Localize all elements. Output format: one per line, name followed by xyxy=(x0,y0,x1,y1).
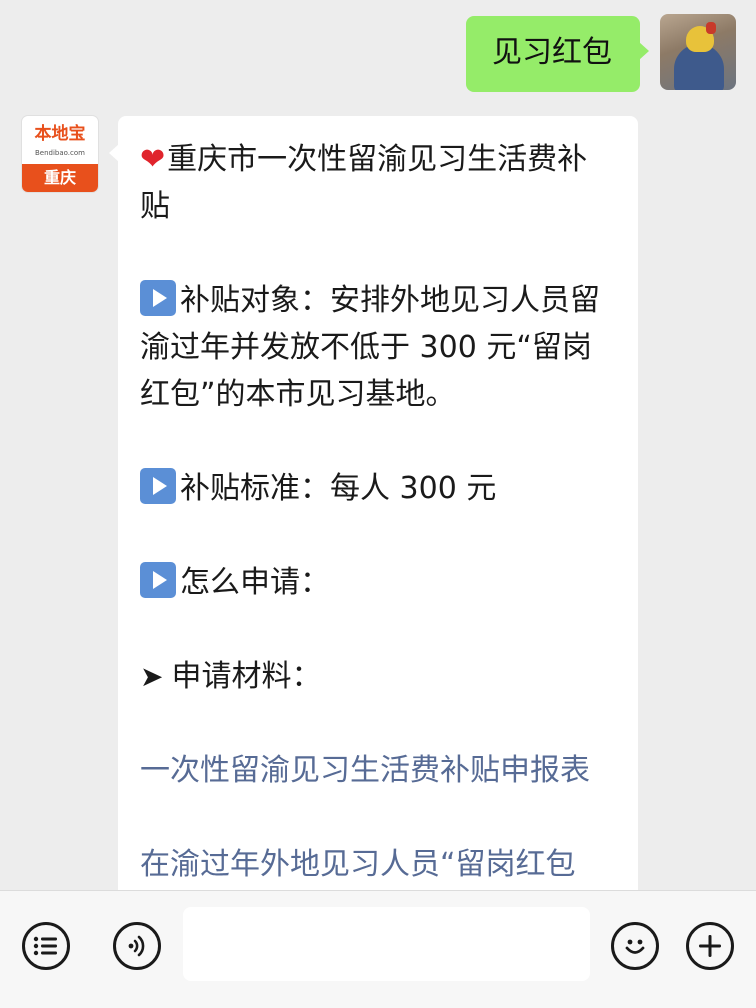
subsidy-target-label: 补贴对象： xyxy=(180,283,330,318)
application-form-link[interactable]: 一次性留渝见习生活费补贴申报表 xyxy=(140,747,616,794)
message-title: ❤重庆市一次性留渝见习生活费补贴 xyxy=(140,136,616,230)
contact-logo-text: 本地宝 xyxy=(34,124,86,144)
subsidy-standard-label: 补贴标准： xyxy=(180,471,330,506)
voice-button[interactable] xyxy=(113,922,161,970)
materials-paragraph: ➤ 申请材料： xyxy=(140,653,616,700)
self-avatar[interactable] xyxy=(660,14,736,90)
emoji-icon xyxy=(625,939,645,954)
contact-domain-text: Bendibao.com xyxy=(34,149,85,157)
outgoing-message-row: 见习红包 xyxy=(466,14,736,92)
outgoing-message-bubble[interactable]: 见习红包 xyxy=(466,16,649,92)
plus-icon xyxy=(699,935,721,957)
subsidy-standard-text: 每人 300 元 xyxy=(330,471,497,506)
message-title-text: 重庆市一次性留渝见习生活费补贴 xyxy=(140,142,588,224)
arrowhead-icon: ➤ xyxy=(140,660,164,693)
menu-button[interactable] xyxy=(22,922,70,970)
red-packet-link[interactable]: 在渝过年外地见习人员“留岗红包 xyxy=(140,841,616,888)
materials-label: 申请材料： xyxy=(171,659,322,694)
incoming-message-bubble[interactable]: ❤重庆市一次性留渝见习生活费补贴 补贴对象：安排外地见习人员留渝过年并发放不低于… xyxy=(109,116,638,890)
avatar-ear-shape xyxy=(706,22,716,34)
outgoing-message-text: 见习红包 xyxy=(492,35,612,70)
play-icon xyxy=(140,562,176,598)
how-to-apply-label: 怎么申请： xyxy=(180,565,330,600)
heart-icon: ❤ xyxy=(140,142,166,177)
voice-icon xyxy=(128,935,145,957)
menu-icon xyxy=(33,936,57,956)
play-icon xyxy=(140,468,176,504)
emoji-button[interactable] xyxy=(611,922,659,970)
subsidy-target-paragraph: 补贴对象：安排外地见习人员留渝过年并发放不低于 300 元“留岗红包”的本市见习… xyxy=(140,277,616,418)
more-button[interactable] xyxy=(686,922,734,970)
incoming-message-row: 本地宝 Bendibao.com 重庆 ❤重庆市一次性留渝见习生活费补贴 补贴对… xyxy=(22,116,638,890)
contact-city-text: 重庆 xyxy=(22,164,98,192)
contact-avatar[interactable]: 本地宝 Bendibao.com 重庆 xyxy=(22,116,98,192)
subsidy-standard-paragraph: 补贴标准：每人 300 元 xyxy=(140,465,616,512)
input-bar xyxy=(0,890,756,1008)
message-input[interactable] xyxy=(183,907,590,981)
how-to-apply-paragraph: 怎么申请： xyxy=(140,559,616,606)
chat-area: 见习红包 本地宝 Bendibao.com 重庆 ❤重庆市一次性留渝见习生活费补… xyxy=(0,0,756,890)
play-icon xyxy=(140,280,176,316)
